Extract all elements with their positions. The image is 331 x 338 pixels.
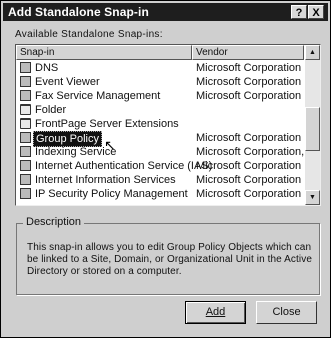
snapin-vendor: Microsoft Corporation bbox=[196, 174, 302, 186]
help-button[interactable]: ? bbox=[291, 5, 307, 19]
ipsec-icon bbox=[20, 188, 31, 199]
mouse-cursor-icon: ↖ bbox=[104, 137, 116, 153]
add-button-label: Add bbox=[205, 306, 226, 318]
dns-icon bbox=[20, 62, 31, 73]
snapin-name: Fax Service Management bbox=[35, 90, 161, 102]
snapin-list[interactable]: Snap-in Vendor DNS Microsoft Corporation E… bbox=[15, 44, 321, 206]
list-item[interactable]: Folder bbox=[16, 103, 304, 117]
list-item[interactable]: Group Policy Microsoft Corporation bbox=[16, 131, 304, 147]
scroll-thumb[interactable] bbox=[305, 107, 320, 151]
list-item[interactable]: FrontPage Server Extensions bbox=[16, 117, 304, 131]
add-standalone-snapin-dialog: Add Standalone Snap-in ? X Available Sta… bbox=[0, 0, 331, 338]
snapin-vendor: Microsoft Corporation bbox=[196, 90, 302, 102]
snapin-vendor: Microsoft Corporation bbox=[196, 76, 302, 88]
column-header-vendor[interactable]: Vendor bbox=[192, 45, 304, 60]
close-x-button[interactable]: X bbox=[308, 5, 324, 19]
group-policy-icon bbox=[20, 132, 31, 143]
available-snapins-label: Available Standalone Snap-ins: bbox=[15, 29, 163, 40]
list-item[interactable]: IP Security Policy Management Microsoft C… bbox=[16, 187, 304, 201]
folder-icon bbox=[20, 104, 31, 115]
list-item[interactable]: Fax Service Management Microsoft Corporat… bbox=[16, 89, 304, 103]
column-header-snapin[interactable]: Snap-in bbox=[16, 45, 192, 60]
title-bar[interactable]: Add Standalone Snap-in ? X bbox=[3, 3, 328, 21]
snapin-name: FrontPage Server Extensions bbox=[35, 118, 179, 130]
list-item[interactable]: Indexing Service Microsoft Corporation, I… bbox=[16, 145, 320, 159]
snapin-vendor: Microsoft Corporation bbox=[196, 188, 302, 200]
snapin-name: Folder bbox=[35, 104, 67, 116]
list-item[interactable]: Event Viewer Microsoft Corporation bbox=[16, 75, 304, 89]
scroll-up-button[interactable]: ▲ bbox=[305, 45, 320, 60]
iis-icon bbox=[20, 174, 31, 185]
frontpage-icon bbox=[20, 118, 31, 129]
dialog-title: Add Standalone Snap-in bbox=[8, 5, 149, 19]
event-viewer-icon bbox=[20, 76, 31, 87]
indexing-icon bbox=[20, 146, 31, 157]
close-button[interactable]: Close bbox=[256, 301, 317, 324]
snapin-vendor: Microsoft Corporation bbox=[196, 160, 302, 172]
description-text: This snap-in allows you to edit Group Po… bbox=[27, 242, 312, 277]
snapin-name: Event Viewer bbox=[35, 76, 100, 88]
add-button[interactable]: Add bbox=[185, 301, 246, 324]
snapin-vendor: Microsoft Corporation bbox=[196, 132, 302, 144]
list-item[interactable]: Internet Information Services Microsoft C… bbox=[16, 173, 304, 187]
snapin-name: DNS bbox=[35, 62, 59, 74]
list-item[interactable]: DNS Microsoft Corporation bbox=[16, 61, 304, 75]
snapin-name: IP Security Policy Management bbox=[35, 188, 188, 200]
snapin-rows: DNS Microsoft Corporation Event Viewer Micr… bbox=[16, 61, 320, 201]
scroll-down-button[interactable]: ▼ bbox=[305, 190, 320, 205]
ias-icon bbox=[20, 160, 31, 171]
description-label: Description bbox=[23, 216, 85, 228]
list-item[interactable]: Internet Authentication Service (IAS) Mic… bbox=[16, 159, 304, 173]
snapin-name: Internet Authentication Service (IAS) bbox=[35, 160, 213, 172]
snapin-vendor: Microsoft Corporation bbox=[196, 62, 302, 74]
fax-icon bbox=[20, 90, 31, 101]
snapin-vendor: Microsoft Corporation, In... bbox=[196, 146, 321, 158]
vertical-scrollbar[interactable]: ▲ ▼ bbox=[305, 45, 320, 205]
snapin-name: Internet Information Services bbox=[35, 174, 176, 186]
